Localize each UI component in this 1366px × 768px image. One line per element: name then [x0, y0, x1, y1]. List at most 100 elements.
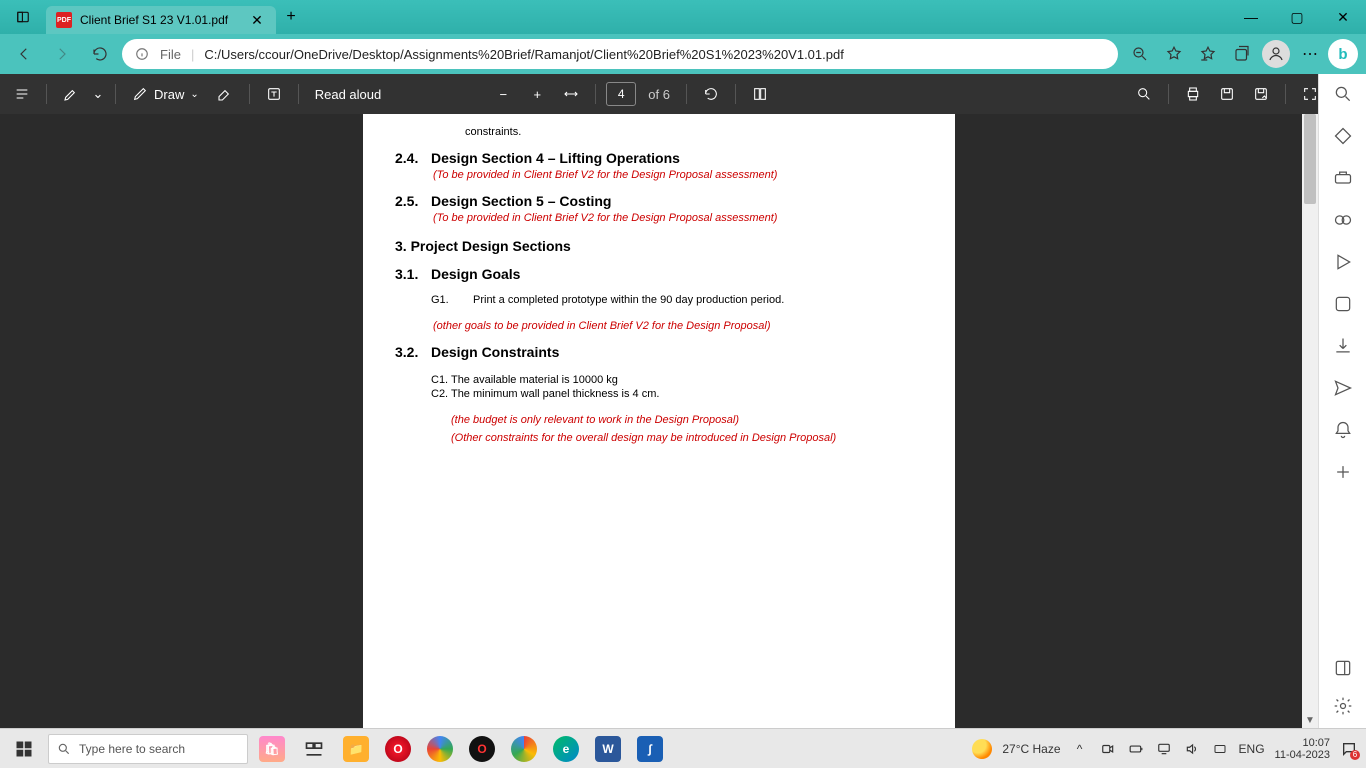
forward-button[interactable] [46, 38, 78, 70]
address-toolbar: File | C:/Users/ccour/OneDrive/Desktop/A… [0, 34, 1366, 74]
tag-sidebar-icon[interactable] [1331, 124, 1355, 148]
tray-battery-icon[interactable] [1127, 740, 1145, 758]
zoom-out-icon[interactable] [1124, 38, 1156, 70]
pdf-viewport[interactable]: constraints. 2.4.Design Section 4 – Lift… [0, 114, 1318, 728]
scroll-down-arrow[interactable]: ▼ [1302, 712, 1318, 728]
close-window-button[interactable]: ✕ [1320, 0, 1366, 34]
weather-icon[interactable] [972, 739, 992, 759]
taskbar-search[interactable]: Type here to search [48, 734, 248, 764]
collections-icon[interactable] [1226, 38, 1258, 70]
find-icon[interactable] [1130, 80, 1158, 108]
chrome-icon[interactable] [506, 731, 542, 767]
more-menu-button[interactable]: ⋯ [1294, 38, 1326, 70]
bing-button[interactable]: b [1328, 39, 1358, 69]
minimize-button[interactable]: — [1228, 0, 1274, 34]
section-3-2-title: Design Constraints [431, 344, 559, 360]
edge-sidebar [1318, 74, 1366, 728]
draw-label: Draw [154, 87, 184, 102]
pdf-toolbar: ⌄ Draw ⌄ Read aloud − + of 6 [0, 74, 1366, 114]
print-icon[interactable] [1179, 80, 1207, 108]
profile-button[interactable] [1260, 38, 1292, 70]
draw-tool[interactable]: Draw ⌄ [126, 80, 205, 108]
url-text: C:/Users/ccour/OneDrive/Desktop/Assignme… [204, 47, 843, 62]
tray-date: 11-04-2023 [1275, 749, 1330, 761]
favorite-star-icon[interactable] [1158, 38, 1190, 70]
goals-note: (other goals to be provided in Client Br… [395, 320, 923, 332]
chrome-canary-icon[interactable] [422, 731, 458, 767]
edge-icon[interactable]: e [548, 731, 584, 767]
widget-icon[interactable]: 🛍 [254, 731, 290, 767]
weather-text[interactable]: 27°C Haze [1002, 742, 1060, 756]
scroll-thumb[interactable] [1304, 114, 1316, 204]
tray-wifi-icon[interactable] [1155, 740, 1173, 758]
save-as-icon[interactable] [1247, 80, 1275, 108]
settings-sidebar-icon[interactable] [1331, 694, 1355, 718]
page-total-label: of 6 [642, 87, 676, 102]
maximize-button[interactable]: ▢ [1274, 0, 1320, 34]
refresh-button[interactable] [84, 38, 116, 70]
file-explorer-icon[interactable]: 📁 [338, 731, 374, 767]
erase-tool-icon[interactable] [211, 80, 239, 108]
search-placeholder: Type here to search [79, 742, 185, 756]
highlight-tool-icon[interactable] [57, 80, 85, 108]
notify-sidebar-icon[interactable] [1331, 418, 1355, 442]
office-sidebar-icon[interactable] [1331, 292, 1355, 316]
opera-icon[interactable]: O [380, 731, 416, 767]
address-bar[interactable]: File | C:/Users/ccour/OneDrive/Desktop/A… [122, 39, 1118, 69]
tray-language[interactable]: ENG [1239, 742, 1265, 756]
constraint-c2: C2. The minimum wall panel thickness is … [395, 388, 923, 400]
tray-keyboard-icon[interactable] [1211, 740, 1229, 758]
collapse-sidebar-icon[interactable] [1331, 656, 1355, 680]
vertical-scrollbar[interactable]: ▲ ▼ [1302, 114, 1318, 728]
opera-gx-icon[interactable]: O [464, 731, 500, 767]
system-tray: 27°C Haze ^ ENG 10:07 11-04-2023 [972, 737, 1366, 761]
url-scheme-label: File [160, 47, 181, 62]
window-titlebar: PDF Client Brief S1 23 V1.01.pdf ✕ + — ▢… [0, 0, 1366, 34]
tab-actions-icon[interactable] [0, 0, 46, 34]
zoom-out-button[interactable]: − [489, 80, 517, 108]
text-tool-icon[interactable] [260, 80, 288, 108]
pdf-file-icon: PDF [56, 12, 72, 28]
site-info-icon[interactable] [134, 46, 150, 62]
goal-g1: Print a completed prototype within the 9… [473, 294, 784, 306]
browser-tab[interactable]: PDF Client Brief S1 23 V1.01.pdf ✕ [46, 6, 276, 34]
tab-title: Client Brief S1 23 V1.01.pdf [80, 13, 228, 27]
send-sidebar-icon[interactable] [1331, 376, 1355, 400]
read-aloud-label: Read aloud [315, 87, 382, 102]
word-icon[interactable]: W [590, 731, 626, 767]
action-center-icon[interactable] [1340, 740, 1358, 758]
tray-clock[interactable]: 10:07 11-04-2023 [1275, 737, 1330, 761]
section-3-title: 3. Project Design Sections [395, 238, 923, 254]
search-sidebar-icon[interactable] [1331, 82, 1355, 106]
tray-chevron-icon[interactable]: ^ [1071, 740, 1089, 758]
back-button[interactable] [8, 38, 40, 70]
new-tab-button[interactable]: + [276, 2, 306, 32]
page-number-input[interactable] [606, 82, 636, 106]
video-sidebar-icon[interactable] [1331, 250, 1355, 274]
zoom-in-button[interactable]: + [523, 80, 551, 108]
rotate-icon[interactable] [697, 80, 725, 108]
url-separator: | [191, 47, 194, 62]
section-2-4-title: Design Section 4 – Lifting Operations [431, 150, 680, 166]
other-constraints-note: (Other constraints for the overall desig… [395, 432, 923, 444]
fit-width-icon[interactable] [557, 80, 585, 108]
page-view-icon[interactable] [746, 80, 774, 108]
drop-sidebar-icon[interactable] [1331, 334, 1355, 358]
task-view-icon[interactable] [296, 731, 332, 767]
tray-volume-icon[interactable] [1183, 740, 1201, 758]
section-2-5-title: Design Section 5 – Costing [431, 193, 611, 209]
start-button[interactable] [0, 729, 48, 768]
add-sidebar-icon[interactable] [1331, 460, 1355, 484]
favorites-list-icon[interactable] [1192, 38, 1224, 70]
close-tab-button[interactable]: ✕ [248, 11, 266, 29]
save-icon[interactable] [1213, 80, 1241, 108]
contents-toggle-icon[interactable] [8, 80, 36, 108]
highlight-dropdown[interactable]: ⌄ [91, 80, 105, 108]
windows-taskbar: Type here to search 🛍 📁 O O e W ∫ 27°C H… [0, 728, 1366, 768]
tray-meet-icon[interactable] [1099, 740, 1117, 758]
games-sidebar-icon[interactable] [1331, 208, 1355, 232]
tools-sidebar-icon[interactable] [1331, 166, 1355, 190]
integral-app-icon[interactable]: ∫ [632, 731, 668, 767]
section-3-1-title: Design Goals [431, 266, 520, 282]
read-aloud-button[interactable]: Read aloud [309, 80, 388, 108]
